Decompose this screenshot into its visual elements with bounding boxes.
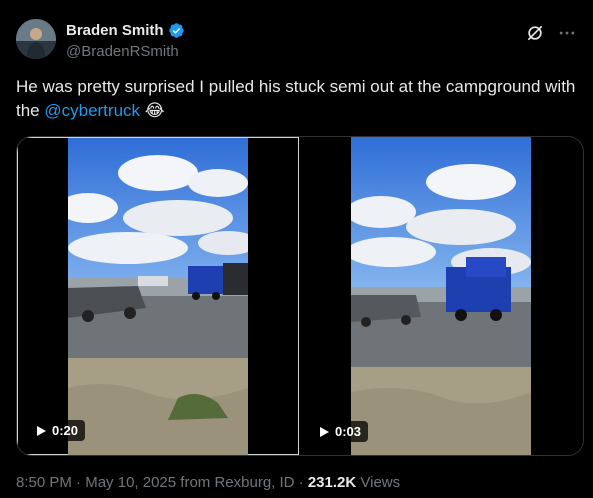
grok-icon[interactable] bbox=[525, 23, 545, 43]
video-2-frame bbox=[351, 137, 531, 455]
play-icon bbox=[320, 426, 329, 437]
tweet-meta: 8:50 PM · May 10, 2025 from Rexburg, ID … bbox=[16, 474, 400, 491]
video-1-frame bbox=[68, 138, 248, 455]
mention-link[interactable]: @cybertruck bbox=[44, 101, 140, 120]
author-handle[interactable]: @BradenRSmith bbox=[66, 43, 179, 60]
tweet-date[interactable]: May 10, 2025 bbox=[85, 474, 176, 491]
views-label: Views bbox=[360, 474, 401, 491]
meta-separator: · bbox=[76, 474, 82, 491]
meta-separator: · bbox=[298, 474, 304, 491]
tweet-location: from Rexburg, ID bbox=[180, 474, 295, 491]
views-count: 231.2K bbox=[307, 474, 357, 491]
avatar[interactable] bbox=[16, 19, 56, 59]
verified-badge-icon bbox=[168, 23, 184, 38]
author-display-name[interactable]: Braden Smith bbox=[66, 22, 164, 39]
video-1-duration: 0:20 bbox=[52, 423, 79, 438]
tweet-text: He was pretty surprised I pulled his stu… bbox=[16, 75, 576, 123]
video-2-duration-badge: 0:03 bbox=[313, 421, 369, 442]
more-icon[interactable] bbox=[557, 23, 577, 43]
play-icon bbox=[37, 425, 46, 436]
tweet-header: Braden Smith @BradenRSmith bbox=[16, 19, 577, 63]
media-grid: 0:20 0:03 bbox=[16, 136, 584, 456]
video-2-duration: 0:03 bbox=[335, 424, 362, 439]
emoji: 😂 bbox=[144, 101, 165, 120]
tweet-time[interactable]: 8:50 PM bbox=[16, 474, 72, 491]
video-1-duration-badge: 0:20 bbox=[30, 420, 86, 441]
video-1[interactable]: 0:20 bbox=[17, 137, 299, 455]
video-2[interactable]: 0:03 bbox=[301, 137, 583, 455]
